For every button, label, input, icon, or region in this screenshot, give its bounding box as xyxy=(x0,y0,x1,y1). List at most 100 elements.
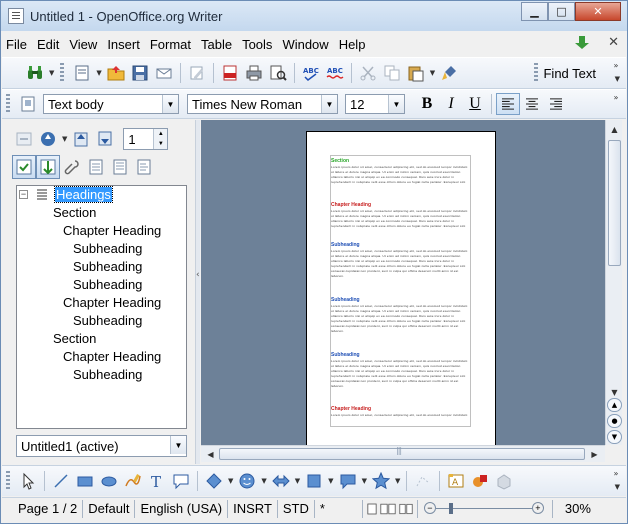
page-indicator[interactable]: Page 1 / 2 xyxy=(2,499,84,518)
clone-formatting-icon[interactable] xyxy=(438,62,460,84)
autospellcheck-icon[interactable]: ABC xyxy=(324,62,346,84)
navigation-target-icon[interactable]: ● xyxy=(607,414,622,428)
gallery-icon[interactable] xyxy=(469,470,491,492)
content-view-icon[interactable] xyxy=(36,155,60,179)
more-drawing-tools-icon[interactable]: » xyxy=(610,469,622,478)
ellipse-icon[interactable] xyxy=(98,470,120,492)
scroll-up-icon[interactable]: ▲ xyxy=(607,122,622,137)
book-view-icon[interactable] xyxy=(399,503,413,515)
demote-chapter-icon[interactable] xyxy=(108,155,132,179)
page-preview-icon[interactable] xyxy=(267,62,289,84)
callouts-icon[interactable] xyxy=(170,470,192,492)
underline-button[interactable]: U xyxy=(463,93,487,115)
horizontal-scrollbar[interactable]: ◀ ▶ xyxy=(201,445,605,462)
chevron-down-icon[interactable]: ▼ xyxy=(388,95,404,113)
menu-table[interactable]: Table xyxy=(196,37,237,52)
email-icon[interactable] xyxy=(153,62,175,84)
heading-levels-icon[interactable] xyxy=(132,155,156,179)
navigator-splitter[interactable] xyxy=(195,120,200,464)
menu-window[interactable]: Window xyxy=(277,37,333,52)
writer-app-icon[interactable] xyxy=(8,8,24,24)
tree-item-section[interactable]: Section xyxy=(53,204,96,222)
close-button[interactable]: ✕ xyxy=(575,2,621,21)
tree-item-section[interactable]: Section xyxy=(53,330,96,348)
menu-format[interactable]: Format xyxy=(145,37,196,52)
navigation-dropdown-icon[interactable]: ▼ xyxy=(62,135,67,143)
paste-icon[interactable] xyxy=(405,62,427,84)
tree-item-subheading[interactable]: Subheading xyxy=(73,312,142,330)
new-dropdown-icon[interactable]: ▼ xyxy=(96,69,101,77)
page-style-indicator[interactable]: Default xyxy=(83,499,136,518)
previous-page-icon[interactable]: ▲ xyxy=(607,398,622,412)
navigation-icon[interactable] xyxy=(36,127,60,151)
open-folder-icon[interactable] xyxy=(105,62,127,84)
basic-shapes-icon[interactable] xyxy=(203,470,225,492)
basic-shapes-dropdown-icon[interactable]: ▼ xyxy=(228,477,233,485)
drag-mode-icon[interactable] xyxy=(60,155,84,179)
minimize-button[interactable]: ▁ xyxy=(521,2,548,21)
navigator-tree[interactable]: − Headings Section Chapter Heading Subhe… xyxy=(16,185,187,429)
stars-dropdown-icon[interactable]: ▼ xyxy=(395,477,400,485)
text-tool-icon[interactable]: T xyxy=(146,470,168,492)
align-left-button[interactable] xyxy=(496,93,520,115)
promote-chapter-icon[interactable] xyxy=(84,155,108,179)
callout-shapes-dropdown-icon[interactable]: ▼ xyxy=(362,477,367,485)
extrusion-icon[interactable] xyxy=(493,470,515,492)
text-box-icon[interactable]: A xyxy=(445,470,467,492)
toolbar-overflow-dropdown-icon[interactable]: ▼ xyxy=(615,75,620,83)
copy-icon[interactable] xyxy=(381,62,403,84)
menu-insert[interactable]: Insert xyxy=(102,37,145,52)
spin-down-icon[interactable]: ▼ xyxy=(153,139,168,149)
paragraph-style-select[interactable]: Text body ▼ xyxy=(43,94,179,114)
list-box-toggle-icon[interactable] xyxy=(12,155,36,179)
chevron-down-icon[interactable]: ▼ xyxy=(162,95,178,113)
vertical-scrollbar[interactable]: ▲ ▼ ▲ ● ▼ xyxy=(605,120,622,445)
select-arrow-icon[interactable] xyxy=(17,470,39,492)
selection-mode-indicator[interactable]: STD xyxy=(278,499,315,518)
spin-up-icon[interactable]: ▲ xyxy=(153,129,168,139)
styles-formatting-icon[interactable] xyxy=(17,93,39,115)
zoom-value[interactable]: 30% xyxy=(551,499,596,518)
horizontal-scroll-thumb[interactable] xyxy=(219,446,585,460)
toolbar-grip[interactable] xyxy=(6,94,10,114)
zoom-slider-handle[interactable] xyxy=(448,502,453,514)
tree-item-headings[interactable]: Headings xyxy=(54,186,113,204)
spellcheck-icon[interactable]: ABC xyxy=(300,62,322,84)
font-size-select[interactable]: 12 ▼ xyxy=(345,94,405,114)
drawing-overflow-dropdown-icon[interactable]: ▼ xyxy=(615,483,620,491)
flowcharts-icon[interactable] xyxy=(303,470,325,492)
save-icon[interactable] xyxy=(129,62,151,84)
find-text-button[interactable]: Find Text xyxy=(543,66,596,81)
menu-tools[interactable]: Tools xyxy=(237,37,277,52)
symbol-shapes-icon[interactable] xyxy=(236,470,258,492)
menu-help[interactable]: Help xyxy=(334,37,371,52)
callout-shapes-icon[interactable] xyxy=(337,470,359,492)
font-name-select[interactable]: Times New Roman ▼ xyxy=(187,94,338,114)
next-object-icon[interactable] xyxy=(93,127,117,151)
symbol-shapes-dropdown-icon[interactable]: ▼ xyxy=(261,477,266,485)
paste-dropdown-icon[interactable]: ▼ xyxy=(430,69,435,77)
modified-indicator[interactable]: * xyxy=(315,499,363,518)
align-center-button[interactable] xyxy=(520,93,544,115)
document-select[interactable]: Untitled1 (active) ▼ xyxy=(16,435,187,457)
line-icon[interactable] xyxy=(50,470,72,492)
tree-item-subheading[interactable]: Subheading xyxy=(73,258,142,276)
tree-item-subheading[interactable]: Subheading xyxy=(73,240,142,258)
edit-file-icon[interactable] xyxy=(186,62,208,84)
align-right-button[interactable] xyxy=(544,93,568,115)
next-page-icon[interactable]: ▼ xyxy=(607,430,622,444)
zoom-in-icon[interactable]: + xyxy=(531,501,544,514)
maximize-button[interactable]: □ xyxy=(548,2,575,21)
toolbar-grip[interactable] xyxy=(60,63,65,83)
collapse-icon[interactable]: − xyxy=(19,190,28,199)
two-page-view-icon[interactable] xyxy=(380,503,396,515)
bold-button[interactable]: B xyxy=(415,93,439,115)
page-number-spinner[interactable]: 1 ▲ ▼ xyxy=(123,128,169,150)
tree-item-chapter-heading[interactable]: Chapter Heading xyxy=(63,294,161,312)
toolbar-grip[interactable] xyxy=(6,471,10,491)
menu-edit[interactable]: Edit xyxy=(32,37,64,52)
zoom-out-icon[interactable]: − xyxy=(423,501,436,514)
tree-item-subheading[interactable]: Subheading xyxy=(73,366,142,384)
freeform-line-icon[interactable] xyxy=(122,470,144,492)
block-arrows-dropdown-icon[interactable]: ▼ xyxy=(295,477,300,485)
